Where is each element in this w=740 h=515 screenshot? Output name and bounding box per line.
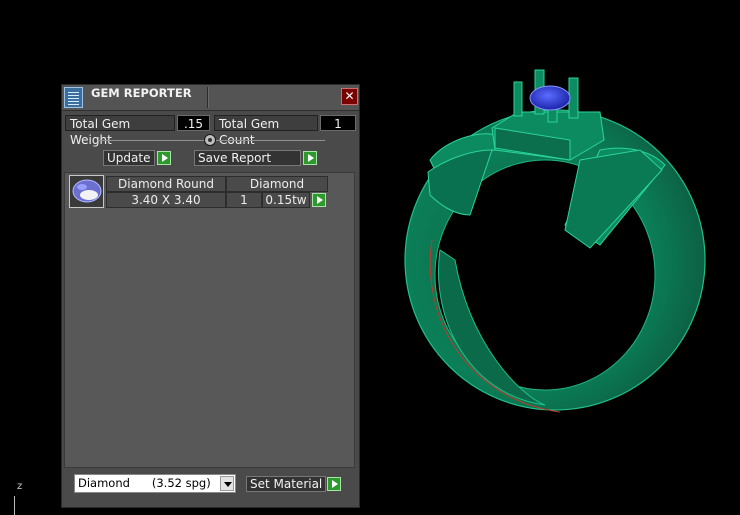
gem-row-go-icon[interactable]	[312, 193, 326, 207]
gem-shape-cell: Diamond Round	[106, 176, 226, 192]
set-material-go-icon[interactable]	[327, 477, 341, 491]
gem-reporter-app-icon	[64, 87, 83, 108]
axis-z-label: z	[17, 481, 23, 492]
gem-reporter-window: GEM REPORTER ✕ Total Gem Weight .15 Tota…	[61, 84, 360, 508]
window-titlebar[interactable]: GEM REPORTER ✕	[62, 85, 359, 111]
set-material-button[interactable]: Set Material	[246, 476, 326, 492]
gem-list-item[interactable]	[69, 175, 104, 208]
round-gem-icon	[72, 179, 102, 203]
gem-size-cell: 3.40 X 3.40	[106, 192, 226, 208]
window-title: GEM REPORTER	[91, 86, 192, 100]
update-button[interactable]: Update	[103, 150, 155, 166]
close-icon[interactable]: ✕	[341, 88, 358, 105]
save-report-go-icon[interactable]	[303, 151, 317, 165]
axis-z-line	[14, 496, 15, 515]
chevron-down-icon[interactable]	[220, 476, 234, 491]
gem-weight-cell: 0.15tw	[262, 192, 310, 208]
panel-resize-handle[interactable]	[204, 134, 216, 146]
title-separator	[207, 87, 209, 108]
gem-material-cell: Diamond	[226, 176, 328, 192]
material-dropdown[interactable]: Diamond (3.52 spg)	[74, 474, 236, 493]
total-gem-weight-label: Total Gem Weight	[65, 115, 175, 147]
gem-stone	[529, 85, 571, 111]
save-report-button[interactable]: Save Report	[194, 150, 301, 166]
gem-list	[64, 172, 355, 468]
material-selected-value: Diamond (3.52 spg)	[78, 476, 211, 490]
total-gem-count-value: 1	[320, 115, 356, 131]
prong-1	[513, 81, 523, 117]
total-gem-count-label: Total Gem Count	[214, 115, 318, 147]
gem-count-cell: 1	[226, 192, 262, 208]
total-gem-weight-value: .15	[177, 115, 210, 131]
update-go-icon[interactable]	[157, 151, 171, 165]
